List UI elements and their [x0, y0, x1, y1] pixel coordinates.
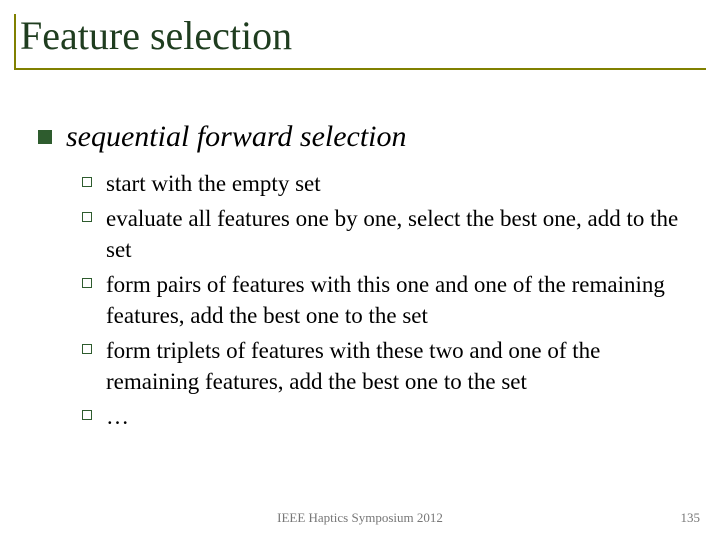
level2-item: form triplets of features with these two…: [82, 335, 690, 397]
hollow-square-bullet-icon: [82, 212, 92, 222]
slide: Feature selection sequential forward sel…: [0, 0, 720, 540]
level1-text: sequential forward selection: [66, 120, 407, 154]
level2-item: form pairs of features with this one and…: [82, 269, 690, 331]
hollow-square-bullet-icon: [82, 410, 92, 420]
hollow-square-bullet-icon: [82, 344, 92, 354]
body-area: sequential forward selection start with …: [38, 120, 690, 436]
slide-title: Feature selection: [20, 14, 706, 58]
level1-item: sequential forward selection: [38, 120, 690, 154]
page-number: 135: [681, 510, 701, 526]
level2-text: start with the empty set: [106, 168, 321, 199]
title-area: Feature selection: [14, 14, 706, 70]
level2-text: evaluate all features one by one, select…: [106, 203, 690, 265]
hollow-square-bullet-icon: [82, 278, 92, 288]
level2-item: start with the empty set: [82, 168, 690, 199]
footer-center: IEEE Haptics Symposium 2012: [0, 510, 720, 526]
title-rule-box: Feature selection: [14, 14, 706, 70]
level2-item: evaluate all features one by one, select…: [82, 203, 690, 265]
hollow-square-bullet-icon: [82, 177, 92, 187]
level2-text: form triplets of features with these two…: [106, 335, 690, 397]
level2-item: …: [82, 401, 690, 432]
level2-list: start with the empty set evaluate all fe…: [82, 168, 690, 432]
level2-text: form pairs of features with this one and…: [106, 269, 690, 331]
filled-square-bullet-icon: [38, 130, 52, 144]
level2-text: …: [106, 401, 129, 432]
